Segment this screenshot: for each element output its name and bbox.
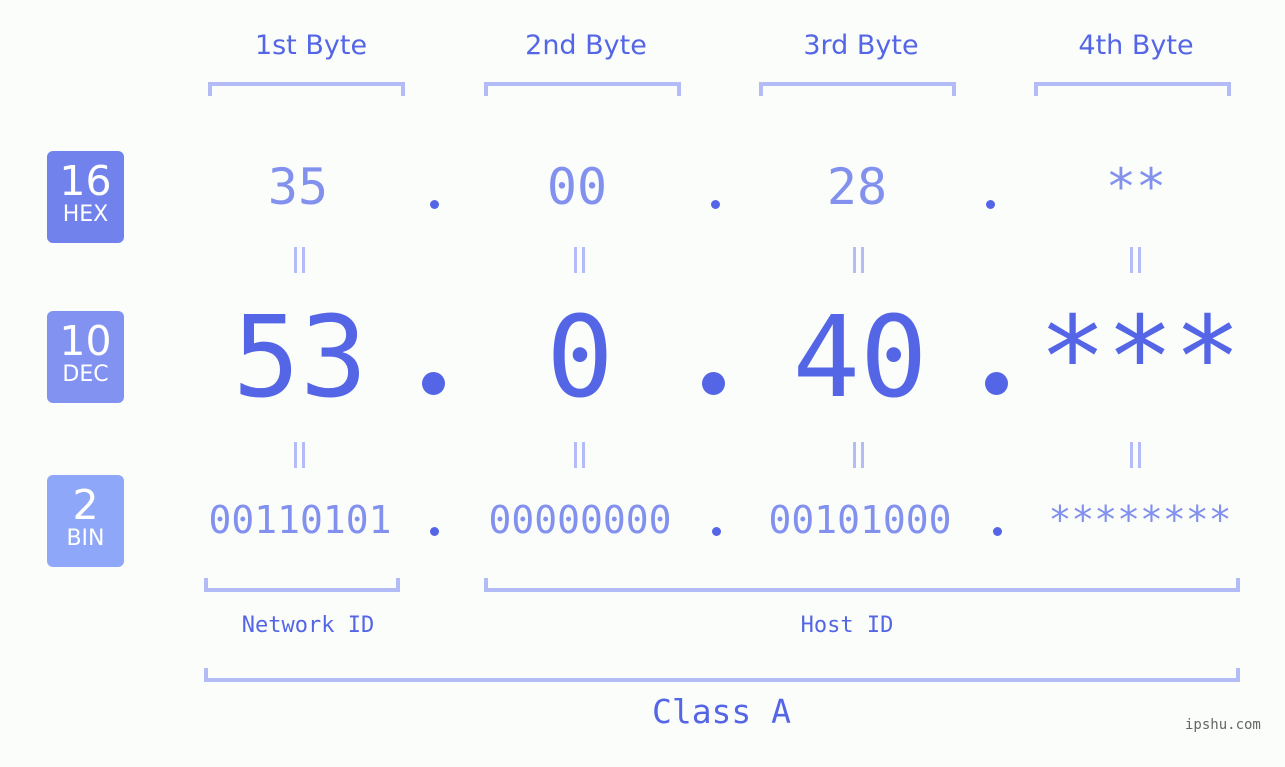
dec-byte-3: 40: [792, 293, 928, 423]
dec-badge: 10 DEC: [47, 311, 124, 403]
ip-class-label: Class A: [651, 692, 792, 731]
equals-icon: [1128, 442, 1142, 468]
hex-byte-2: 00: [546, 158, 608, 216]
dec-byte-4: ***: [1038, 293, 1242, 423]
bin-byte-4: ********: [1048, 498, 1232, 542]
hex-dot-1: [430, 200, 439, 209]
bin-badge: 2 BIN: [47, 475, 124, 567]
equals-icon: [1128, 247, 1142, 273]
bin-byte-2: 00000000: [488, 498, 672, 542]
byte-header-3: 3rd Byte: [803, 30, 919, 61]
equals-icon: [572, 442, 586, 468]
hex-byte-3: 28: [826, 158, 888, 216]
hex-base-number: 16: [59, 157, 112, 205]
network-id-label: Network ID: [241, 613, 375, 638]
dec-base-number: 10: [59, 317, 112, 365]
equals-icon: [572, 247, 586, 273]
bin-dot-3: [993, 527, 1002, 536]
byte-header-4: 4th Byte: [1078, 30, 1194, 61]
byte-header-2: 2nd Byte: [525, 30, 647, 61]
host-id-bracket: [484, 578, 1240, 592]
byte-bracket-2: [484, 82, 681, 96]
equals-icon: [292, 442, 306, 468]
hex-dot-3: [986, 200, 995, 209]
dec-byte-1: 53: [232, 293, 368, 423]
equals-icon: [851, 247, 865, 273]
byte-bracket-3: [759, 82, 956, 96]
byte-bracket-1: [208, 82, 405, 96]
watermark: ipshu.com: [1185, 717, 1261, 733]
hex-byte-1: 35: [267, 158, 329, 216]
hex-dot-2: [711, 200, 720, 209]
bin-base-name: BIN: [66, 526, 105, 551]
host-id-label: Host ID: [800, 613, 894, 638]
equals-icon: [851, 442, 865, 468]
bin-dot-2: [712, 527, 721, 536]
network-id-bracket: [204, 578, 400, 592]
hex-base-name: HEX: [62, 202, 109, 227]
equals-icon: [292, 247, 306, 273]
dec-dot-1: [422, 372, 445, 395]
class-bracket: [204, 668, 1240, 682]
bin-dot-1: [430, 527, 439, 536]
hex-badge: 16 HEX: [47, 151, 124, 243]
bin-base-number: 2: [72, 481, 99, 529]
byte-header-1: 1st Byte: [254, 30, 368, 61]
dec-dot-3: [985, 372, 1008, 395]
hex-byte-4: **: [1105, 158, 1167, 216]
dec-byte-2: 0: [546, 293, 614, 423]
byte-bracket-4: [1034, 82, 1231, 96]
bin-byte-3: 00101000: [768, 498, 952, 542]
dec-base-name: DEC: [62, 362, 109, 387]
dec-dot-2: [702, 372, 725, 395]
bin-byte-1: 00110101: [208, 498, 392, 542]
